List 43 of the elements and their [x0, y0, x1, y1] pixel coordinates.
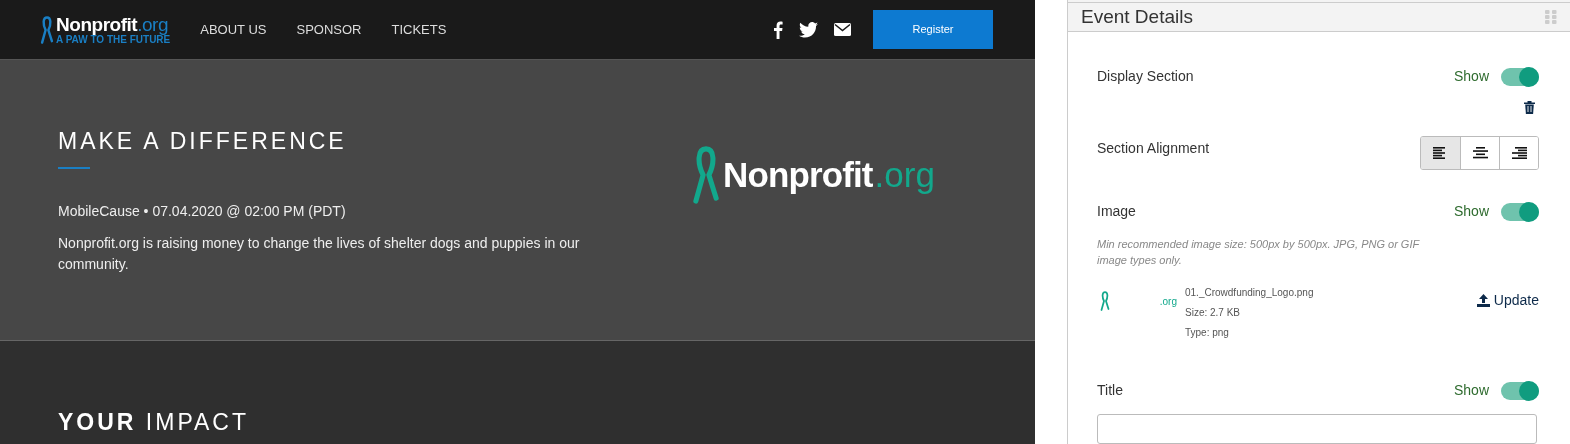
toggle-switch[interactable] — [1501, 67, 1539, 86]
field-label: Title — [1097, 381, 1123, 400]
file-name: 01._Crowdfunding_Logo.png — [1185, 286, 1314, 300]
event-description: Nonprofit.org is raising money to change the lives of shelter dogs and puppies in our community. — [58, 234, 581, 274]
twitter-icon[interactable] — [799, 21, 818, 38]
register-button[interactable]: Register — [873, 10, 993, 49]
file-size: Size: 2.7 KB — [1185, 306, 1242, 320]
title-field[interactable] — [1097, 414, 1537, 444]
ribbon-icon — [1100, 291, 1110, 311]
align-center-icon — [1472, 146, 1488, 160]
section-heading: YOUR IMPACT — [58, 411, 251, 434]
toggle-state: Show — [1453, 381, 1489, 400]
toggle-switch[interactable] — [1501, 202, 1539, 221]
site-logo[interactable]: Nonprofit.org A PAW TO THE FUTURE — [40, 14, 171, 45]
update-button[interactable]: Update — [1476, 290, 1539, 311]
align-right-icon — [1511, 146, 1527, 160]
field-label: Section Alignment — [1097, 139, 1210, 158]
alignment-button[interactable] — [1499, 137, 1538, 169]
nav-link[interactable]: TICKETS — [391, 19, 447, 40]
drag-handle-icon[interactable] — [1545, 9, 1557, 24]
trash-icon[interactable] — [1524, 101, 1535, 114]
align-left-icon — [1433, 146, 1448, 160]
alignment-button[interactable] — [1421, 137, 1460, 169]
image-hint: Min recommended image size: 500px by 500px. JPG, PNG or GIF image types only. — [1097, 237, 1421, 268]
panel-title: Event Details — [1081, 4, 1193, 29]
nav-link[interactable]: ABOUT US — [200, 19, 267, 40]
toggle-state: Show — [1453, 67, 1489, 86]
facebook-icon[interactable] — [773, 20, 783, 39]
image-thumbnail: .org — [1097, 286, 1185, 316]
field-label: Image — [1097, 202, 1136, 221]
ribbon-icon — [691, 146, 721, 204]
toggle-state: Show — [1453, 202, 1489, 221]
ribbon-icon — [40, 14, 54, 45]
upload-icon — [1476, 294, 1490, 307]
hero-title: MAKE A DIFFERENCE — [58, 130, 348, 153]
file-type: Type: png — [1185, 326, 1230, 340]
mail-icon[interactable] — [834, 23, 851, 36]
event-meta: MobileCause • 07.04.2020 @ 02:00 PM (PDT) — [58, 202, 347, 221]
field-label: Display Section — [1097, 67, 1194, 86]
toggle-switch[interactable] — [1501, 381, 1539, 400]
nav-link[interactable]: SPONSOR — [296, 19, 362, 40]
nonprofit-logo: Nonprofit.org — [691, 145, 935, 205]
alignment-control[interactable] — [1420, 136, 1539, 170]
